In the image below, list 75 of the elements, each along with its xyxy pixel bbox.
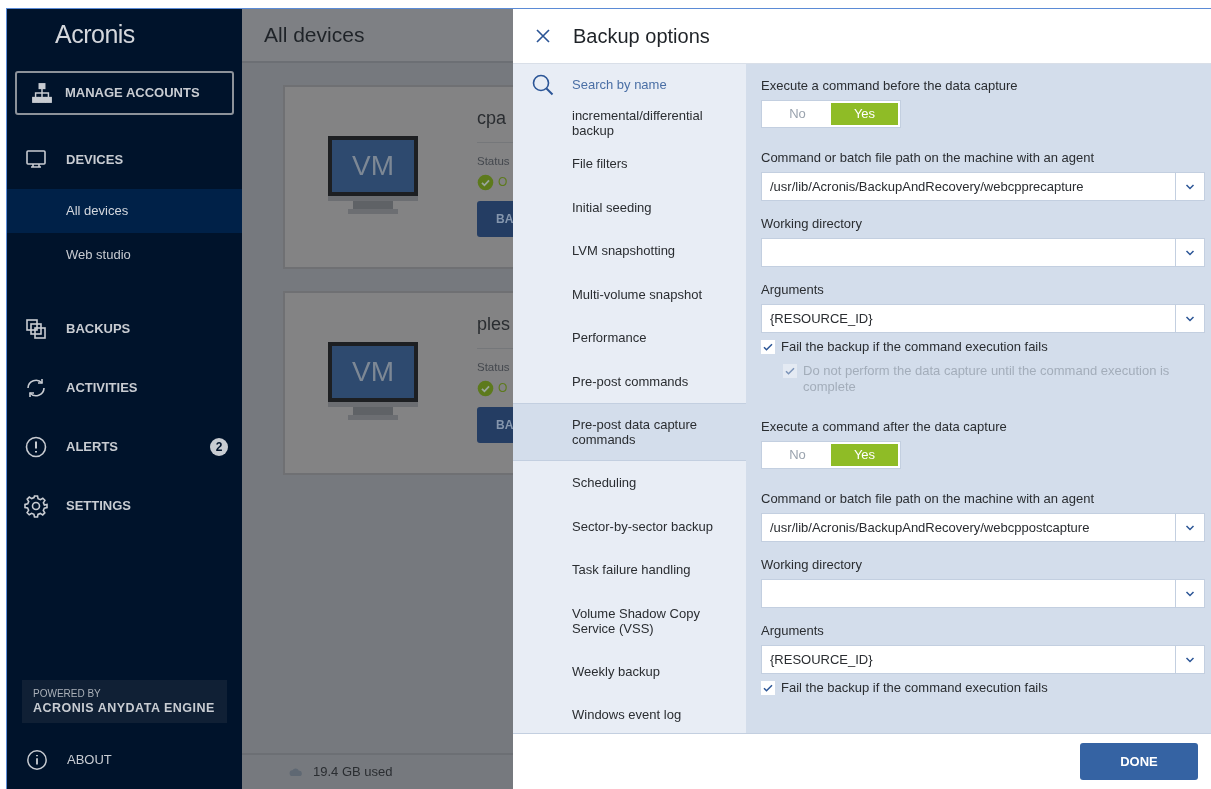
field-label: Execute a command after the data capture (761, 419, 1008, 435)
check-icon (784, 365, 796, 377)
option-item[interactable]: Pre-post commands (513, 359, 746, 403)
search-icon (531, 73, 555, 97)
option-item[interactable]: incremental/differential backup (513, 106, 746, 142)
option-item[interactable]: File filters (513, 142, 746, 186)
manage-accounts-button[interactable]: MANAGE ACCOUNTS (15, 71, 234, 115)
about-item[interactable]: ABOUT (7, 731, 242, 789)
field-label: Working directory (761, 557, 863, 573)
option-item[interactable]: Task failure handling (513, 548, 746, 592)
panel-title: Backup options (573, 24, 710, 49)
about-label: ABOUT (67, 751, 112, 770)
nav-item[interactable]: BACKUPS (7, 299, 242, 358)
check-circle-icon (477, 379, 494, 397)
powered-by-text: POWERED BY (33, 687, 102, 700)
nav-subitem[interactable]: All devices (7, 189, 242, 233)
option-item[interactable]: Scheduling (513, 461, 746, 505)
check-icon (762, 341, 774, 353)
nav-label: ALERTS (66, 437, 119, 456)
option-item[interactable]: Pre-post data capture commands (513, 403, 746, 461)
nav-item[interactable]: ACTIVITIES (7, 358, 242, 417)
search-field[interactable]: Search by name (513, 64, 746, 106)
nav-label: SETTINGS (66, 496, 132, 515)
nav-label: BACKUPS (66, 319, 132, 338)
checkbox[interactable] (761, 340, 775, 354)
field-label: Execute a command before the data capture (761, 78, 1019, 94)
info-icon (26, 749, 48, 771)
option-item[interactable]: Weekly backup (513, 649, 746, 693)
device-name: cpa (477, 107, 508, 130)
checkbox-label: Fail the backup if the command execution fails (781, 339, 1048, 355)
done-button[interactable]: DONE (1080, 743, 1198, 780)
monitor-stand-icon (328, 196, 418, 214)
monitor-stand-icon (328, 402, 418, 420)
option-item[interactable]: Initial seeding (513, 185, 746, 229)
option-item[interactable]: Performance (513, 316, 746, 360)
settings-icon (24, 493, 48, 518)
field-label: Arguments (761, 623, 825, 639)
monitor-screen: VM (328, 136, 418, 196)
option-item[interactable]: Windows event log (513, 693, 746, 733)
option-item[interactable]: LVM snapshotting (513, 229, 746, 273)
count-badge: 2 (210, 437, 228, 456)
status-text: O (498, 174, 508, 192)
checkbox-label: Fail the backup if the command execution fails (781, 680, 1048, 696)
org-chart-icon (31, 82, 53, 104)
backup-button[interactable]: BA (477, 201, 513, 238)
option-item[interactable]: Volume Shadow Copy Service (VSS) (513, 591, 746, 650)
monitor-screen: VM (328, 342, 418, 402)
field-label: Command or batch file path on the machine with an agent (761, 491, 1096, 507)
check-icon (762, 682, 774, 694)
status-label: Status (477, 154, 511, 169)
alert-icon (24, 434, 48, 459)
field-label: Working directory (761, 216, 863, 232)
storage-used: 19.4 GB used (313, 763, 393, 782)
option-item[interactable]: Sector-by-sector backup (513, 504, 746, 548)
nav-label: ACTIVITIES (66, 378, 139, 397)
close-icon (534, 27, 552, 45)
nav-label: DEVICES (66, 150, 125, 169)
nav-item[interactable]: ALERTS 2 (7, 417, 242, 476)
check-circle-icon (477, 173, 494, 191)
option-item[interactable]: Multi-volume snapshot (513, 272, 746, 316)
search-input[interactable]: Search by name (572, 75, 722, 95)
status-label: Status (477, 360, 511, 375)
field-label: Command or batch file path on the machine with an agent (761, 150, 1096, 166)
page-title: All devices (264, 22, 365, 49)
nav-item[interactable]: SETTINGS (7, 476, 242, 535)
backup-button[interactable]: BA (477, 407, 513, 444)
device-name: ples (477, 313, 512, 336)
stacked-squares-icon (24, 316, 48, 341)
nav-item[interactable]: DEVICES (7, 130, 242, 189)
status-text: O (498, 380, 508, 398)
nav-subitem[interactable]: Web studio (7, 233, 242, 277)
checkbox[interactable] (761, 681, 775, 695)
logo: Acronis (55, 19, 135, 51)
engine-name: ACRONIS ANYDATA ENGINE (33, 700, 216, 716)
field-label: Arguments (761, 282, 825, 298)
